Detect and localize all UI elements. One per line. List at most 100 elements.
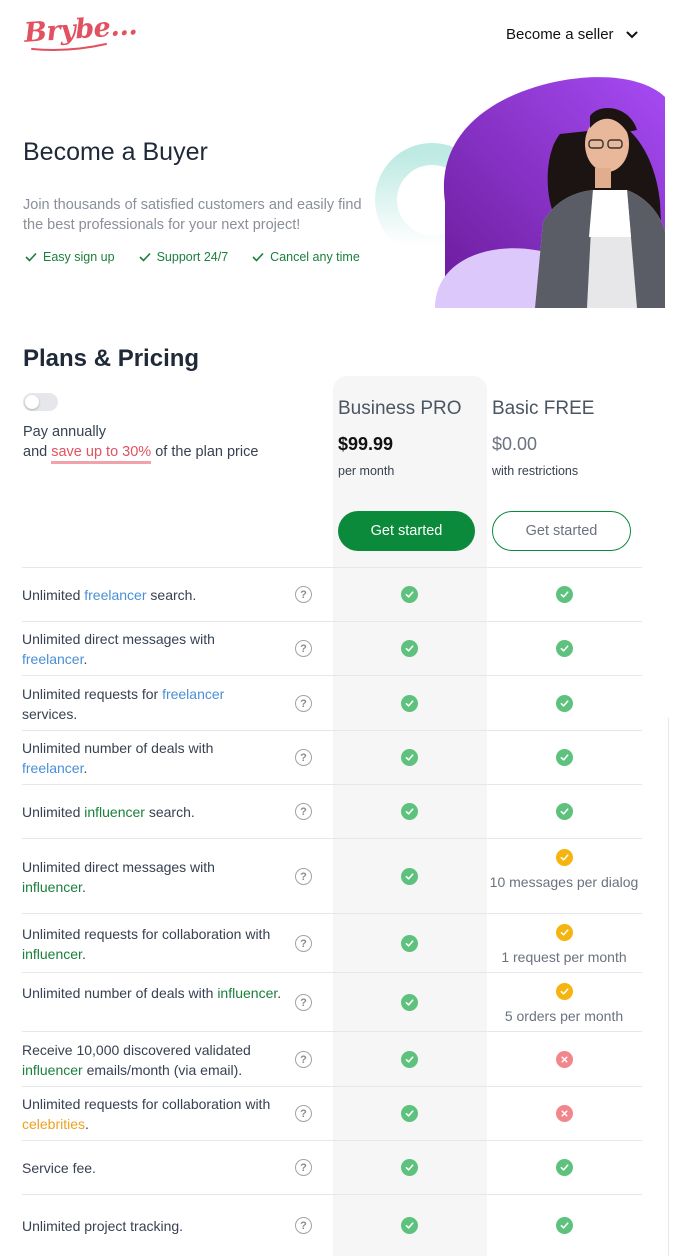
pro-check-icon — [401, 1159, 418, 1176]
benefit-item: Easy sign up — [25, 250, 115, 264]
help-question-icon[interactable]: ? — [295, 695, 312, 712]
pro-check-icon — [401, 695, 418, 712]
feature-highlight: freelancer — [84, 587, 147, 603]
plan-name: Basic FREE — [492, 398, 595, 419]
feature-text: Receive 10,000 discovered validated — [22, 1042, 251, 1058]
feature-text: emails/month (via email). — [82, 1062, 243, 1078]
hero-benefits: Easy sign up Support 24/7 Cancel any tim… — [25, 250, 360, 264]
check-icon — [252, 252, 264, 262]
feature-row: Unlimited number of deals with freelance… — [22, 730, 642, 784]
benefit-label: Cancel any time — [270, 250, 360, 264]
feature-label: Unlimited project tracking. — [22, 1216, 282, 1236]
feature-text: . — [83, 651, 88, 667]
free-check-icon — [556, 695, 573, 712]
feature-row: Unlimited influencer search.? — [22, 784, 642, 838]
free-limited-icon — [556, 849, 573, 866]
feature-text: Unlimited requests for collaboration wit… — [22, 926, 271, 942]
help-question-icon[interactable]: ? — [295, 749, 312, 766]
pro-check-icon — [401, 749, 418, 766]
plan-business-pro: Business PRO $99.99 per month — [338, 398, 488, 478]
scrollbar-track[interactable] — [668, 718, 669, 1256]
save-link[interactable]: save up to 30% — [51, 444, 152, 464]
plan-name: Business PRO — [338, 398, 462, 419]
free-cross-icon — [556, 1051, 573, 1068]
feature-text: . — [81, 879, 86, 895]
pay-annually-label: Pay annually — [23, 424, 107, 440]
feature-text: Unlimited requests for collaboration wit… — [22, 1096, 271, 1112]
plans-title: Plans & Pricing — [23, 345, 200, 372]
feature-row: Unlimited freelancer search.? — [22, 567, 642, 621]
free-limit-note: 5 orders per month — [504, 1008, 624, 1024]
help-question-icon[interactable]: ? — [295, 1159, 312, 1176]
feature-row: Receive 10,000 discovered validated infl… — [22, 1031, 642, 1086]
get-started-free-button[interactable]: Get started — [492, 511, 631, 551]
help-question-icon[interactable]: ? — [295, 1105, 312, 1122]
check-icon — [25, 252, 37, 262]
help-question-icon[interactable]: ? — [295, 1217, 312, 1234]
help-question-icon[interactable]: ? — [295, 586, 312, 603]
help-question-icon[interactable]: ? — [295, 935, 312, 952]
feature-row: Unlimited requests for collaboration wit… — [22, 913, 642, 972]
plan-price: $99.99 — [338, 434, 394, 454]
pro-check-icon — [401, 803, 418, 820]
feature-row: Service fee.? — [22, 1140, 642, 1194]
feature-label: Unlimited direct messages with influence… — [22, 857, 282, 897]
feature-label: Unlimited requests for collaboration wit… — [22, 924, 282, 964]
feature-row: Unlimited project tracking.? — [22, 1194, 642, 1256]
logo-swoosh-icon — [31, 43, 107, 51]
feature-text: Unlimited requests for — [22, 686, 163, 702]
free-limit-note: 1 request per month — [501, 949, 627, 965]
help-question-icon[interactable]: ? — [295, 640, 312, 657]
free-check-icon — [556, 803, 573, 820]
feature-text: Unlimited — [22, 804, 85, 820]
feature-text: . — [83, 760, 88, 776]
feature-label: Unlimited number of deals with freelance… — [22, 738, 282, 778]
help-question-icon[interactable]: ? — [295, 994, 312, 1011]
feature-text: search. — [144, 804, 195, 820]
plan-billing-note: per month — [338, 464, 395, 478]
feature-text: Service fee. — [22, 1160, 96, 1176]
help-question-icon[interactable]: ? — [295, 868, 312, 885]
feature-label: Service fee. — [22, 1158, 282, 1178]
feature-text: services. — [22, 706, 78, 722]
feature-highlight: influencer — [22, 879, 82, 895]
pro-check-icon — [401, 994, 418, 1011]
feature-text: Unlimited direct messages with — [22, 859, 215, 875]
hero-illustration — [375, 77, 665, 308]
feature-highlight: freelancer — [22, 760, 84, 776]
help-question-icon[interactable]: ? — [295, 1051, 312, 1068]
feature-highlight: freelancer — [162, 686, 225, 702]
feature-highlight: freelancer — [22, 651, 84, 667]
hero-subtitle: Join thousands of satisfied customers an… — [23, 197, 362, 233]
feature-row: Unlimited requests for collaboration wit… — [22, 1086, 642, 1140]
free-check-icon — [556, 1217, 573, 1234]
benefit-label: Support 24/7 — [156, 250, 229, 264]
pro-check-icon — [401, 1105, 418, 1122]
feature-row: Unlimited direct messages with freelance… — [22, 621, 642, 675]
become-seller-dropdown[interactable]: Become a seller — [506, 26, 638, 43]
feature-label: Unlimited requests for freelancer servic… — [22, 684, 282, 724]
help-question-icon[interactable]: ? — [295, 803, 312, 820]
annual-billing-toggle[interactable] — [23, 393, 58, 411]
free-check-icon — [556, 1159, 573, 1176]
get-started-pro-button[interactable]: Get started — [338, 511, 475, 551]
plan-billing-note: with restrictions — [492, 464, 579, 478]
benefit-item: Cancel any time — [252, 250, 360, 264]
pro-check-icon — [401, 868, 418, 885]
free-limit-note: 10 messages per dialog — [489, 874, 639, 890]
feature-text: Unlimited direct messages with — [22, 631, 215, 647]
feature-label: Unlimited influencer search. — [22, 802, 282, 822]
feature-text: Unlimited project tracking. — [22, 1218, 184, 1234]
become-seller-label: Become a seller — [506, 26, 614, 43]
feature-highlight: influencer — [22, 946, 82, 962]
feature-highlight: influencer — [217, 985, 278, 1001]
feature-label: Unlimited direct messages with freelance… — [22, 629, 282, 669]
feature-text: . — [85, 1116, 89, 1132]
save-prefix: and — [23, 444, 48, 460]
save-note: and save up to 30% of the plan price — [23, 444, 258, 464]
pro-check-icon — [401, 640, 418, 657]
feature-label: Unlimited number of deals with influence… — [22, 983, 282, 1003]
feature-highlight: influencer — [84, 804, 145, 820]
pro-check-icon — [401, 935, 418, 952]
feature-label: Unlimited requests for collaboration wit… — [22, 1094, 282, 1134]
